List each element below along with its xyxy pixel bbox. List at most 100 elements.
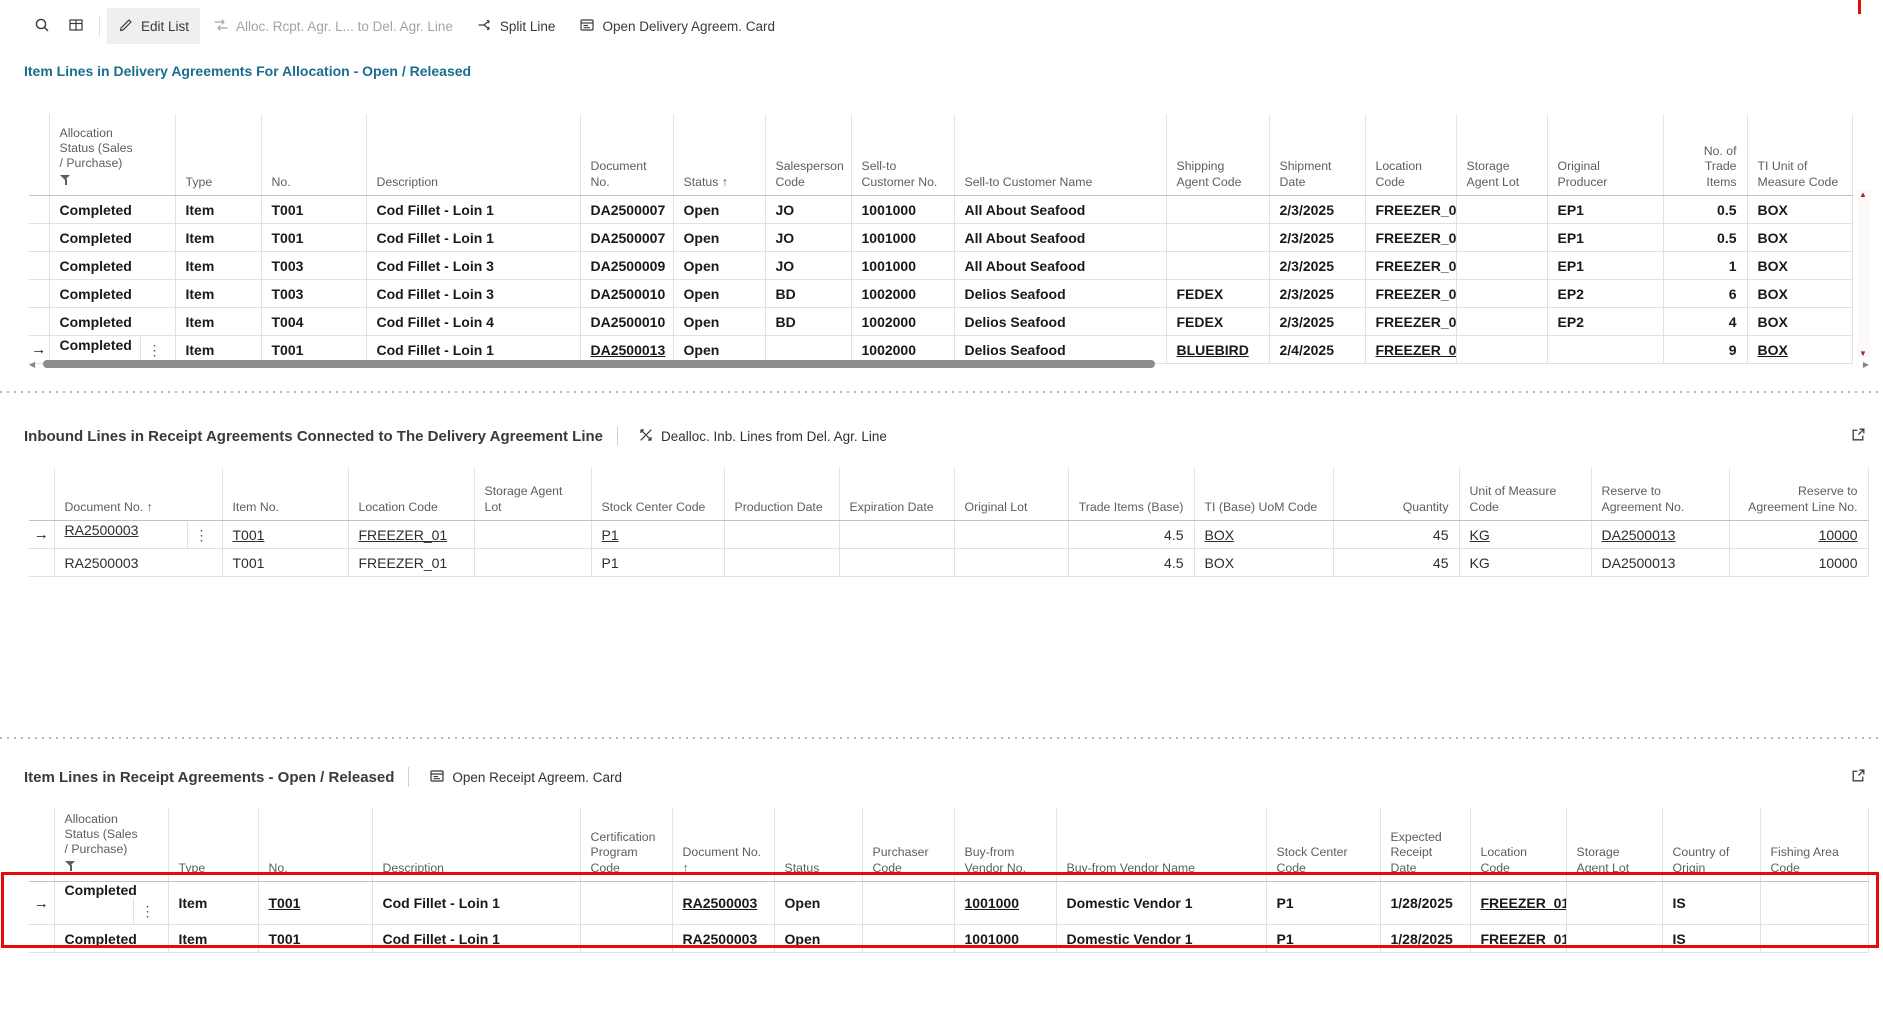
column-header[interactable]: Sell-to Customer Name xyxy=(954,114,1166,196)
cell[interactable]: T001 xyxy=(222,521,348,549)
cell[interactable]: Completed xyxy=(49,196,175,224)
cell[interactable]: Item xyxy=(168,882,258,925)
cell[interactable] xyxy=(1566,882,1662,925)
cell[interactable]: DA2500013 xyxy=(1591,521,1729,549)
cell[interactable]: Completed xyxy=(49,224,175,252)
cell[interactable]: EP1 xyxy=(1547,252,1663,280)
cell[interactable]: All About Seafood xyxy=(954,252,1166,280)
cell[interactable]: JO xyxy=(765,196,851,224)
cell[interactable]: Completed xyxy=(49,308,175,336)
cell[interactable] xyxy=(580,882,672,925)
cell[interactable]: Domestic Vendor 1 xyxy=(1056,925,1266,953)
cell[interactable]: BOX xyxy=(1747,308,1852,336)
cell[interactable]: IS xyxy=(1662,925,1760,953)
cell[interactable]: T003 xyxy=(261,280,366,308)
column-header[interactable]: Storage Agent Lot xyxy=(1566,807,1662,882)
cell[interactable]: 1 xyxy=(1663,252,1747,280)
cell[interactable] xyxy=(839,521,954,549)
cell[interactable]: All About Seafood xyxy=(954,196,1166,224)
row-selector[interactable] xyxy=(29,196,49,224)
cell[interactable]: 10000 xyxy=(1729,549,1868,577)
column-header[interactable]: Reserve to Agreement No. xyxy=(1591,468,1729,521)
cell[interactable] xyxy=(1166,196,1269,224)
cell[interactable]: 6 xyxy=(1663,280,1747,308)
cell[interactable]: 4 xyxy=(1663,308,1747,336)
cell[interactable]: P1 xyxy=(591,521,724,549)
column-header[interactable]: Stock Center Code xyxy=(1266,807,1380,882)
cell[interactable]: 2/3/2025 xyxy=(1269,252,1365,280)
cell[interactable]: Delios Seafood xyxy=(954,280,1166,308)
cell[interactable] xyxy=(1456,224,1547,252)
cell[interactable] xyxy=(1166,252,1269,280)
column-header[interactable]: Original Producer xyxy=(1547,114,1663,196)
cell[interactable]: FREEZER_02 xyxy=(1365,280,1456,308)
cell[interactable]: P1 xyxy=(1266,925,1380,953)
cell[interactable]: RA2500003 xyxy=(54,549,222,577)
cell[interactable] xyxy=(474,549,591,577)
cell[interactable] xyxy=(1566,925,1662,953)
cell[interactable]: DA2500009 xyxy=(580,252,673,280)
column-header[interactable]: Production Date xyxy=(724,468,839,521)
column-header[interactable]: No. xyxy=(261,114,366,196)
row-selector[interactable] xyxy=(29,252,49,280)
column-header[interactable]: Country of Origin xyxy=(1662,807,1760,882)
cell[interactable] xyxy=(1456,252,1547,280)
cell[interactable]: Item xyxy=(175,224,261,252)
column-header[interactable]: No. xyxy=(258,807,372,882)
column-header[interactable]: Shipment Date xyxy=(1269,114,1365,196)
cell[interactable]: EP2 xyxy=(1547,308,1663,336)
cell[interactable]: 0.5 xyxy=(1663,196,1747,224)
receipt-part-title[interactable]: Item Lines in Receipt Agreements - Open … xyxy=(24,769,394,786)
cell[interactable]: 45 xyxy=(1333,521,1459,549)
column-header[interactable]: Description xyxy=(372,807,580,882)
column-header[interactable]: Buy-from Vendor No. xyxy=(954,807,1056,882)
row-selector[interactable] xyxy=(29,925,54,953)
cell[interactable]: KG xyxy=(1459,521,1591,549)
column-header[interactable]: Quantity xyxy=(1333,468,1459,521)
cell[interactable]: T001 xyxy=(261,196,366,224)
cell[interactable]: 1002000 xyxy=(851,308,954,336)
open-receipt-card-button[interactable]: Open Receipt Agreem. Card xyxy=(423,764,628,791)
cell[interactable]: Delios Seafood xyxy=(954,308,1166,336)
cell[interactable]: T003 xyxy=(261,252,366,280)
cell[interactable]: Completed xyxy=(49,280,175,308)
cell[interactable]: FEDEX xyxy=(1166,280,1269,308)
cell[interactable]: BOX xyxy=(1194,521,1333,549)
cell[interactable] xyxy=(580,925,672,953)
cell[interactable]: Open xyxy=(673,196,765,224)
scroll-left-icon[interactable]: ◀ xyxy=(29,360,35,369)
column-header[interactable]: Buy-from Vendor Name xyxy=(1056,807,1266,882)
cell[interactable]: 2/3/2025 xyxy=(1269,280,1365,308)
column-header[interactable]: Original Lot xyxy=(954,468,1068,521)
open-in-new-window-icon[interactable] xyxy=(1848,765,1869,789)
cell[interactable]: Cod Fillet - Loin 1 xyxy=(366,224,580,252)
cell[interactable]: 2/3/2025 xyxy=(1269,308,1365,336)
cell[interactable]: DA2500010 xyxy=(580,308,673,336)
column-header[interactable]: Storage Agent Lot xyxy=(1456,114,1547,196)
row-selector[interactable] xyxy=(29,224,49,252)
cell[interactable]: 45 xyxy=(1333,549,1459,577)
column-header[interactable]: Document No. xyxy=(580,114,673,196)
cell[interactable] xyxy=(1760,925,1868,953)
cell[interactable]: KG xyxy=(1459,549,1591,577)
column-header[interactable]: Allocation Status (Sales / Purchase) xyxy=(49,114,175,196)
cell[interactable]: BOX xyxy=(1747,280,1852,308)
column-header[interactable]: Document No. ↑ xyxy=(672,807,774,882)
cell[interactable] xyxy=(1456,280,1547,308)
cell[interactable] xyxy=(724,521,839,549)
scroll-down-icon[interactable]: ▼ xyxy=(1859,349,1867,358)
edit-list-button[interactable]: Edit List xyxy=(107,8,200,44)
cell[interactable]: BD xyxy=(765,280,851,308)
cell[interactable]: DA2500013 xyxy=(1591,549,1729,577)
cell[interactable]: Completed⋮ xyxy=(54,882,168,925)
row-selector[interactable] xyxy=(29,280,49,308)
cell[interactable]: DA2500010 xyxy=(580,280,673,308)
cell[interactable]: FREEZER_01 xyxy=(1470,925,1566,953)
cell[interactable]: T001 xyxy=(258,925,372,953)
row-menu-button[interactable]: ⋮ xyxy=(187,522,212,548)
cell[interactable]: BOX xyxy=(1747,224,1852,252)
cell[interactable]: 1001000 xyxy=(851,196,954,224)
cell[interactable]: 10000 xyxy=(1729,521,1868,549)
cell[interactable]: IS xyxy=(1662,882,1760,925)
cell[interactable]: BOX xyxy=(1747,252,1852,280)
